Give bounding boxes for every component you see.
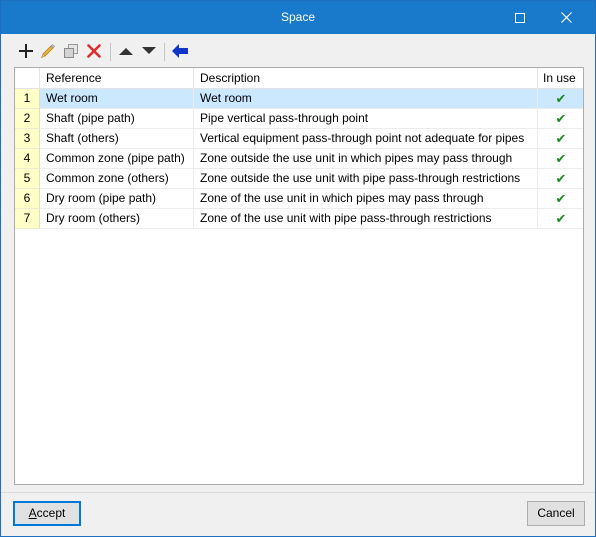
copy-button[interactable] <box>61 41 81 61</box>
add-button[interactable] <box>16 41 36 61</box>
in-use-column-header[interactable]: In use <box>538 68 583 89</box>
footer-divider <box>1 492 595 493</box>
row-number: 2 <box>15 109 40 129</box>
toolbar <box>11 41 591 63</box>
maximize-icon <box>515 12 525 23</box>
reference-cell[interactable]: Common zone (others) <box>40 169 194 189</box>
description-cell[interactable]: Zone of the use unit in which pipes may … <box>194 189 538 209</box>
table-row[interactable]: 4 Common zone (pipe path) Zone outside t… <box>15 149 583 169</box>
delete-button[interactable] <box>84 41 104 61</box>
description-cell[interactable]: Zone of the use unit with pipe pass-thro… <box>194 209 538 229</box>
row-number: 6 <box>15 189 40 209</box>
accept-label-rest: ccept <box>36 506 66 520</box>
checkmark-icon: ✔ <box>555 131 567 146</box>
cancel-button[interactable]: Cancel <box>527 501 585 526</box>
pencil-icon <box>40 44 55 59</box>
reference-cell[interactable]: Shaft (others) <box>40 129 194 149</box>
import-button[interactable] <box>170 41 190 61</box>
in-use-cell[interactable]: ✔ <box>538 129 583 149</box>
accept-button[interactable]: Accept <box>13 501 81 526</box>
description-column-header[interactable]: Description <box>194 68 538 89</box>
table-header: Reference Description In use <box>15 68 583 89</box>
in-use-cell[interactable]: ✔ <box>538 109 583 129</box>
description-cell[interactable]: Wet room <box>194 89 538 109</box>
description-cell[interactable]: Zone outside the use unit in which pipes… <box>194 149 538 169</box>
in-use-cell[interactable]: ✔ <box>538 209 583 229</box>
description-cell[interactable]: Zone outside the use unit with pipe pass… <box>194 169 538 189</box>
space-dialog: Space Reference Description In use 1 Wet… <box>0 0 596 537</box>
copy-icon <box>64 44 78 58</box>
in-use-cell[interactable]: ✔ <box>538 149 583 169</box>
description-cell[interactable]: Vertical equipment pass-through point no… <box>194 129 538 149</box>
maximize-button[interactable] <box>497 1 543 34</box>
move-down-button[interactable] <box>139 41 159 61</box>
reference-column-header[interactable]: Reference <box>40 68 194 89</box>
in-use-cell[interactable]: ✔ <box>538 89 583 109</box>
triangle-down-icon <box>142 47 156 54</box>
reference-cell[interactable]: Common zone (pipe path) <box>40 149 194 169</box>
move-up-button[interactable] <box>116 41 136 61</box>
table-row[interactable]: 6 Dry room (pipe path) Zone of the use u… <box>15 189 583 209</box>
row-number: 5 <box>15 169 40 189</box>
in-use-cell[interactable]: ✔ <box>538 169 583 189</box>
table-row[interactable]: 7 Dry room (others) Zone of the use unit… <box>15 209 583 229</box>
row-number: 4 <box>15 149 40 169</box>
checkmark-icon: ✔ <box>555 151 567 166</box>
row-number: 3 <box>15 129 40 149</box>
in-use-cell[interactable]: ✔ <box>538 189 583 209</box>
reference-cell[interactable]: Dry room (pipe path) <box>40 189 194 209</box>
close-button[interactable] <box>543 1 589 34</box>
close-icon <box>560 12 572 23</box>
space-table: Reference Description In use 1 Wet room … <box>14 67 584 485</box>
reference-cell[interactable]: Dry room (others) <box>40 209 194 229</box>
toolbar-separator <box>110 43 111 61</box>
reference-cell[interactable]: Wet room <box>40 89 194 109</box>
row-number: 7 <box>15 209 40 229</box>
checkmark-icon: ✔ <box>555 111 567 126</box>
title-bar: Space <box>1 1 595 34</box>
reference-cell[interactable]: Shaft (pipe path) <box>40 109 194 129</box>
table-row[interactable]: 2 Shaft (pipe path) Pipe vertical pass-t… <box>15 109 583 129</box>
accept-mnemonic: A <box>28 506 37 520</box>
checkmark-icon: ✔ <box>555 191 567 206</box>
row-number: 1 <box>15 89 40 109</box>
edit-button[interactable] <box>38 41 58 61</box>
triangle-up-icon <box>119 48 133 55</box>
description-cell[interactable]: Pipe vertical pass-through point <box>194 109 538 129</box>
row-number-header <box>15 68 40 89</box>
plus-icon <box>19 44 33 58</box>
checkmark-icon: ✔ <box>555 91 567 106</box>
toolbar-separator <box>164 43 165 61</box>
checkmark-icon: ✔ <box>555 171 567 186</box>
checkmark-icon: ✔ <box>555 211 567 226</box>
table-row[interactable]: 1 Wet room Wet room ✔ <box>15 89 583 109</box>
delete-x-icon <box>87 44 101 58</box>
arrow-left-icon <box>172 44 188 58</box>
table-row[interactable]: 5 Common zone (others) Zone outside the … <box>15 169 583 189</box>
table-row[interactable]: 3 Shaft (others) Vertical equipment pass… <box>15 129 583 149</box>
